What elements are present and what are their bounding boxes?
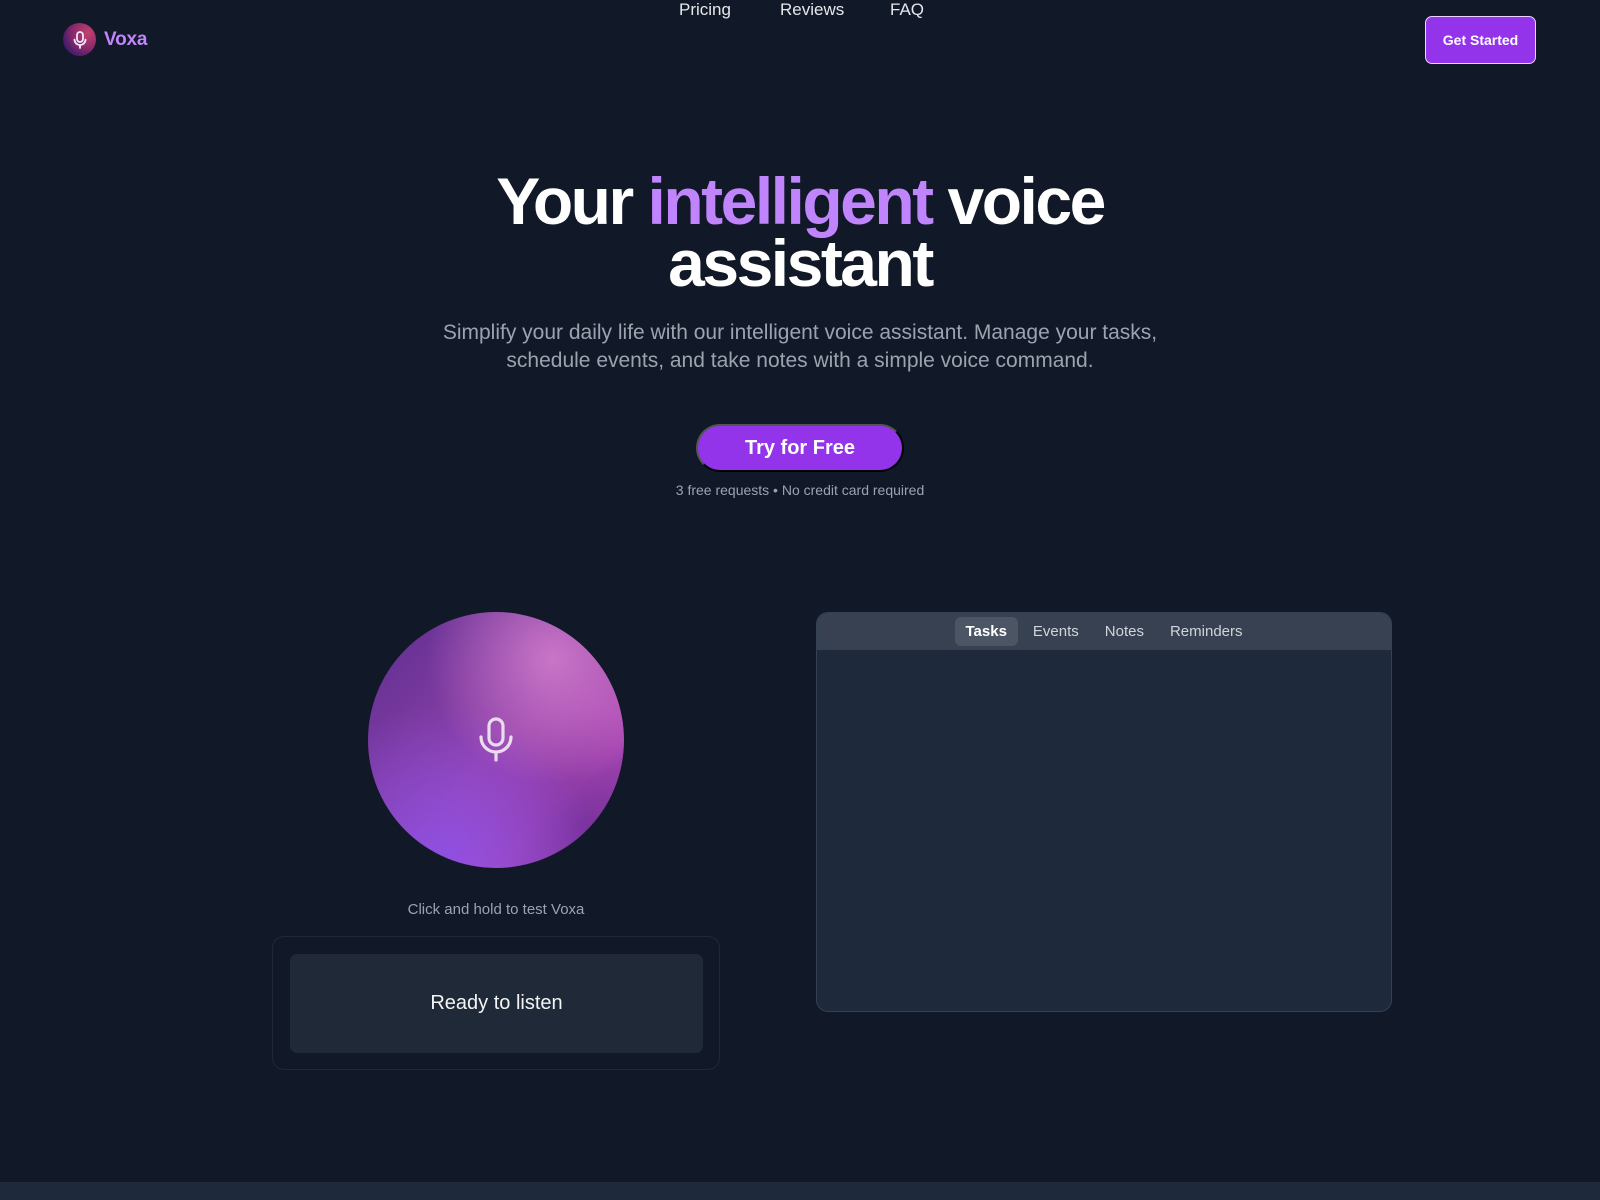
hero-title-line1-end: voice — [931, 164, 1107, 238]
microphone-icon — [479, 717, 513, 762]
top-navigation: Voxa Pricing Reviews FAQ Get Started — [0, 0, 1600, 80]
microphone-icon — [73, 30, 86, 49]
hero-title-line2: assistant — [668, 226, 934, 300]
tab-notes[interactable]: Notes — [1094, 617, 1155, 646]
tab-events[interactable]: Events — [1022, 617, 1090, 646]
brand-name: Voxa — [104, 28, 148, 50]
hero-title: Your intelligent voice assistant voiceas… — [0, 168, 1600, 296]
nav-link-pricing[interactable]: Pricing — [679, 0, 731, 20]
status-text: Ready to listen — [290, 954, 703, 1053]
nav-link-reviews[interactable]: Reviews — [780, 0, 844, 20]
tab-bar: Tasks Events Notes Reminders — [817, 613, 1391, 650]
data-panel: Tasks Events Notes Reminders — [816, 612, 1392, 1012]
cta-note: 3 free requests • No credit card require… — [675, 482, 925, 498]
tab-tasks[interactable]: Tasks — [954, 617, 1018, 646]
status-panel: Ready to listen — [272, 936, 720, 1070]
nav-link-faq[interactable]: FAQ — [890, 0, 924, 20]
hero-subtitle: Simplify your daily life with our intell… — [442, 321, 1158, 372]
tab-reminders[interactable]: Reminders — [1159, 617, 1254, 646]
hero-title-start: Your — [496, 164, 648, 238]
voice-orb-button[interactable] — [368, 612, 624, 868]
footer-strip — [0, 1182, 1600, 1200]
try-for-free-button[interactable]: Try for Free — [696, 424, 904, 472]
brand-logo[interactable]: Voxa — [63, 23, 147, 56]
get-started-button[interactable]: Get Started — [1425, 16, 1536, 64]
orb-hint: Click and hold to test Voxa — [407, 901, 585, 918]
logo-badge — [63, 23, 96, 56]
